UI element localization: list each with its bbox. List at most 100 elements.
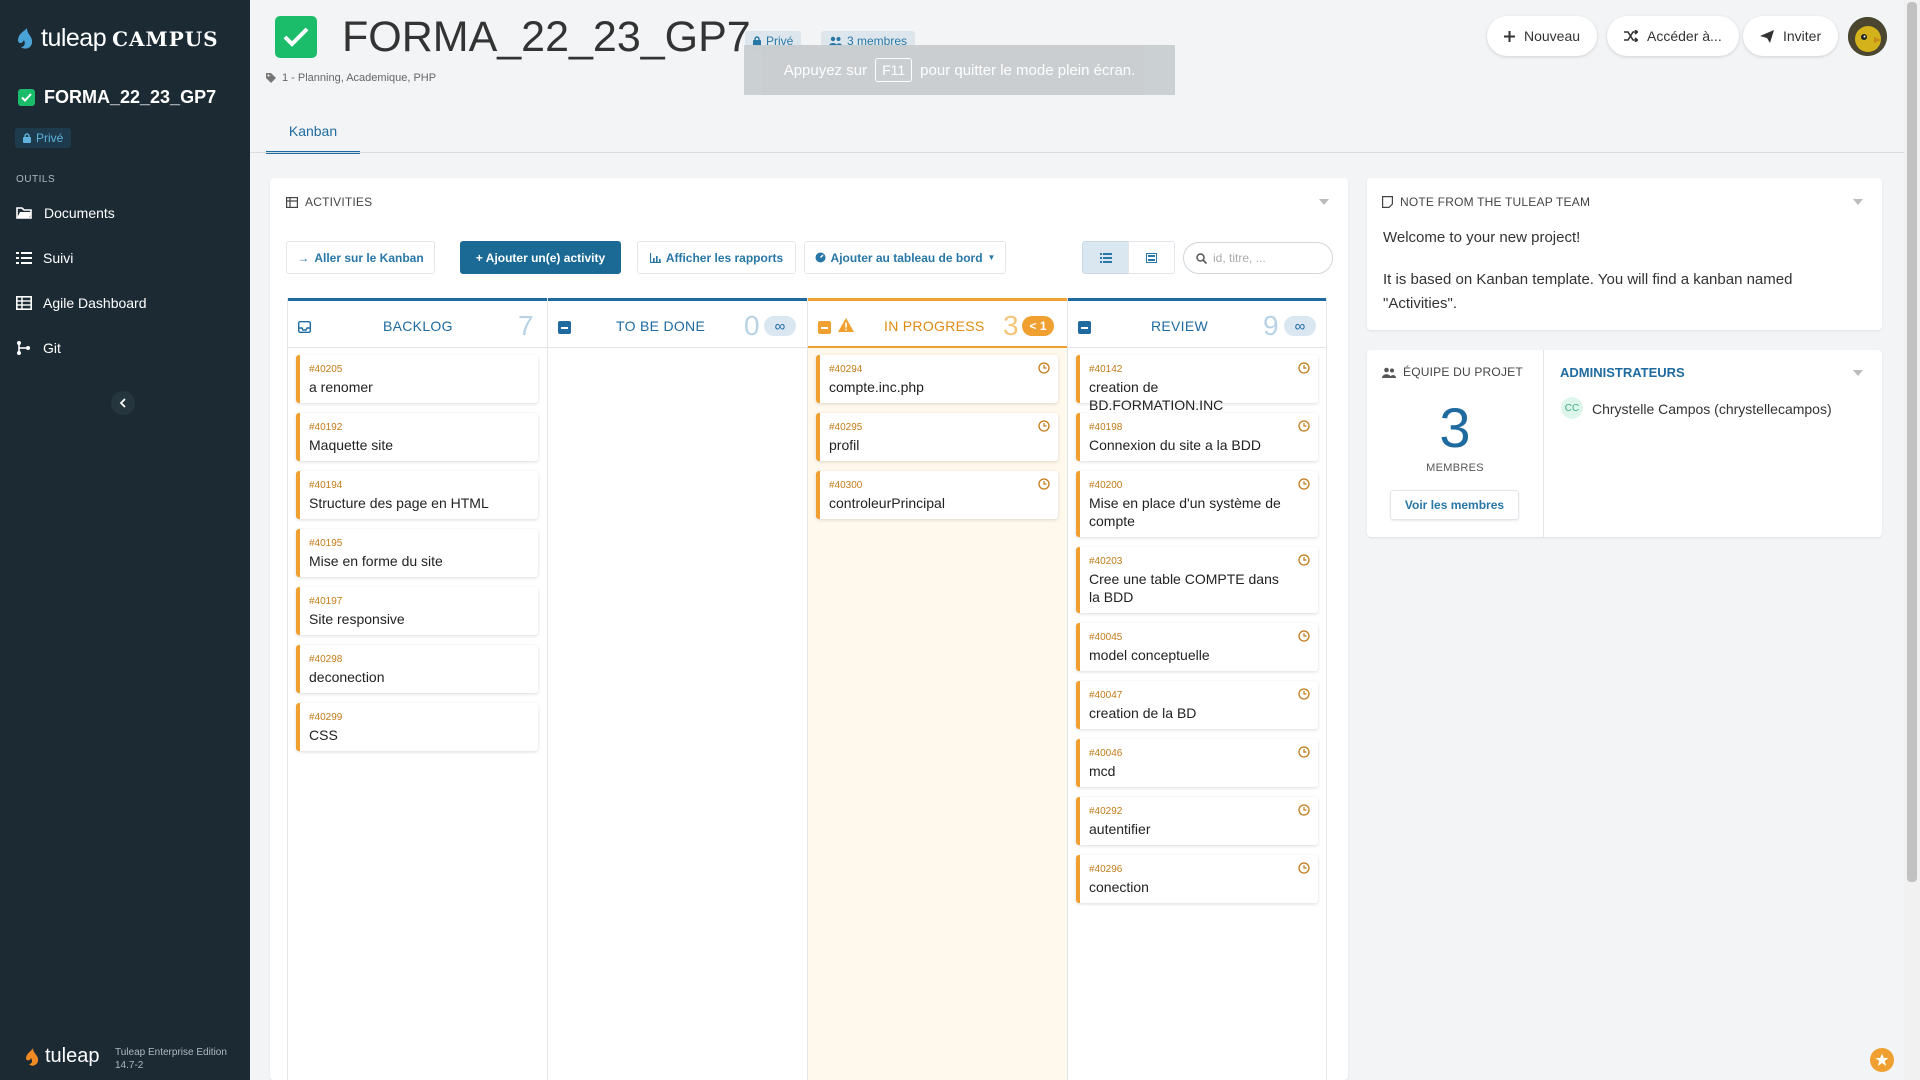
kanban-card[interactable]: #40142 creation de BD.FORMATION.INC: [1076, 355, 1318, 413]
widget-menu-caret-icon[interactable]: [1853, 199, 1863, 205]
kanban-card[interactable]: #40205 a renomer: [296, 355, 538, 403]
new-button[interactable]: Nouveau: [1487, 16, 1598, 56]
sidebar-item-agile-dashboard[interactable]: Agile Dashboard: [16, 295, 236, 311]
card-title: creation de la BD: [1089, 705, 1197, 721]
kanban-card[interactable]: #40295 profil: [816, 413, 1058, 461]
kanban-card[interactable]: #40300 controleurPrincipal: [816, 471, 1058, 519]
sidebar-item-suivi[interactable]: Suivi: [16, 250, 236, 266]
widget-menu-caret-icon[interactable]: [1853, 370, 1863, 376]
card-id: #40194: [309, 480, 343, 491]
card-id: #40142: [1089, 364, 1123, 375]
table-icon: [16, 296, 32, 310]
collapse-column-icon[interactable]: [558, 321, 571, 334]
card-id: #40200: [1089, 480, 1123, 491]
members-label: MEMBRES: [1426, 462, 1484, 474]
card-id: #40294: [829, 364, 863, 375]
page-title: FORMA_22_23_GP7: [342, 13, 751, 61]
avatar[interactable]: [1848, 17, 1887, 56]
collapse-column-icon[interactable]: [1078, 321, 1091, 334]
scrollbar-thumb[interactable]: [1907, 2, 1917, 882]
collapse-column-icon[interactable]: [818, 321, 831, 334]
column-header[interactable]: BACKLOG 7: [288, 298, 547, 348]
clock-icon: [1298, 804, 1310, 816]
kanban-card[interactable]: #40046 mcd: [1076, 739, 1318, 787]
note-icon: [1382, 196, 1393, 208]
card-title: model conceptuelle: [1089, 647, 1210, 663]
kanban-card[interactable]: #40045 model conceptuelle: [1076, 623, 1318, 671]
check-icon: [18, 89, 35, 106]
card-id: #40192: [309, 422, 343, 433]
card-title: compte.inc.php: [829, 379, 924, 395]
card-id: #40292: [1089, 806, 1123, 817]
tuleap-campus-logo[interactable]: tuleap CAMPUS: [15, 24, 219, 53]
kanban-card[interactable]: #40200 Mise en place d'un système de comp…: [1076, 471, 1318, 537]
sidebar-project-name[interactable]: FORMA_22_23_GP7: [18, 87, 216, 108]
logo-suffix: CAMPUS: [112, 26, 219, 51]
reports-button[interactable]: Afficher les rapports: [637, 241, 796, 274]
card-id: #40047: [1089, 690, 1123, 701]
card-title: Structure des page en HTML: [309, 495, 489, 511]
kanban-card[interactable]: #40294 compte.inc.php: [816, 355, 1058, 403]
wip-limit-badge[interactable]: ∞: [764, 316, 796, 336]
lock-icon: [23, 133, 31, 143]
shuffle-icon: [1624, 30, 1638, 42]
toast-text-before: Appuyez sur: [783, 61, 868, 79]
kanban-card[interactable]: #40298 deconection: [296, 645, 538, 693]
toast-key: F11: [875, 58, 913, 82]
admins-title: ADMINISTRATEURS: [1560, 365, 1685, 380]
access-button[interactable]: Accéder à...: [1607, 16, 1739, 56]
kanban-card[interactable]: #40195 Mise en forme du site: [296, 529, 538, 577]
team-title: ÉQUIPE DU PROJET: [1382, 365, 1523, 379]
admin-name-link[interactable]: Chrystelle Campos (chrystellecampos): [1592, 401, 1832, 417]
column-header[interactable]: IN PROGRESS 3 < 1: [808, 298, 1067, 348]
logo-text: tuleap: [41, 24, 107, 52]
add-dashboard-dropdown[interactable]: Ajouter au tableau de bord ▼: [804, 241, 1006, 274]
clock-icon: [1038, 478, 1050, 490]
widget-menu-caret-icon[interactable]: [1319, 199, 1329, 205]
privacy-badge[interactable]: Privé: [15, 128, 72, 148]
list-view-button[interactable]: [1082, 241, 1129, 274]
kanban-card[interactable]: #40299 CSS: [296, 703, 538, 751]
list-view-icon: [1099, 252, 1112, 263]
collapse-sidebar-button[interactable]: [111, 391, 135, 415]
wip-limit-badge[interactable]: ∞: [1284, 316, 1316, 336]
fullscreen-toast: Appuyez sur F11 pour quitter le mode ple…: [744, 45, 1175, 95]
star-icon: [1875, 1053, 1889, 1066]
column-header[interactable]: TO BE DONE 0 ∞: [548, 298, 807, 348]
kanban-card[interactable]: #40296 conection: [1076, 855, 1318, 903]
access-button-label: Accéder à...: [1647, 28, 1722, 44]
column-name: REVIEW: [1151, 318, 1209, 334]
go-kanban-button[interactable]: → Aller sur le Kanban: [286, 241, 435, 274]
card-title: deconection: [309, 669, 385, 685]
add-activity-button[interactable]: + Ajouter un(e) activity: [460, 241, 621, 274]
wip-limit-badge[interactable]: < 1: [1022, 316, 1054, 336]
kanban-card[interactable]: #40047 creation de la BD: [1076, 681, 1318, 729]
kanban-card[interactable]: #40194 Structure des page en HTML: [296, 471, 538, 519]
invite-button-label: Inviter: [1783, 28, 1822, 44]
kanban-card[interactable]: #40292 autentifier: [1076, 797, 1318, 845]
footer-tuleap-logo[interactable]: tuleap: [24, 1045, 100, 1068]
star-feedback-button[interactable]: [1870, 1048, 1894, 1072]
kanban-card[interactable]: #40197 Site responsive: [296, 587, 538, 635]
column-count: 0: [744, 310, 760, 341]
page-scrollbar[interactable]: [1904, 0, 1920, 1080]
sidebar-item-git[interactable]: Git: [16, 340, 236, 356]
kanban-card[interactable]: #40198 Connexion du site a la BDD: [1076, 413, 1318, 461]
kanban-card[interactable]: #40192 Maquette site: [296, 413, 538, 461]
column-name: TO BE DONE: [616, 318, 706, 334]
kanban-card[interactable]: #40203 Cree une table COMPTE dans la BDD: [1076, 547, 1318, 613]
card-id: #40046: [1089, 748, 1123, 759]
sidebar-item-label: Agile Dashboard: [43, 295, 147, 311]
clock-icon: [1298, 362, 1310, 374]
project-check-icon: [275, 16, 317, 58]
inbox-icon: [298, 321, 311, 333]
see-members-button[interactable]: Voir les membres: [1390, 490, 1519, 520]
invite-button[interactable]: Inviter: [1743, 16, 1839, 56]
edition-info: Tuleap Enterprise Edition 14.7-2: [115, 1046, 227, 1072]
search-input[interactable]: id, titre, ...: [1183, 242, 1333, 274]
detail-view-button[interactable]: [1128, 241, 1175, 274]
tab-kanban[interactable]: Kanban: [266, 116, 360, 154]
column-header[interactable]: REVIEW 9 ∞: [1068, 298, 1326, 348]
privacy-label: Privé: [36, 131, 64, 145]
sidebar-item-documents[interactable]: Documents: [16, 205, 236, 221]
